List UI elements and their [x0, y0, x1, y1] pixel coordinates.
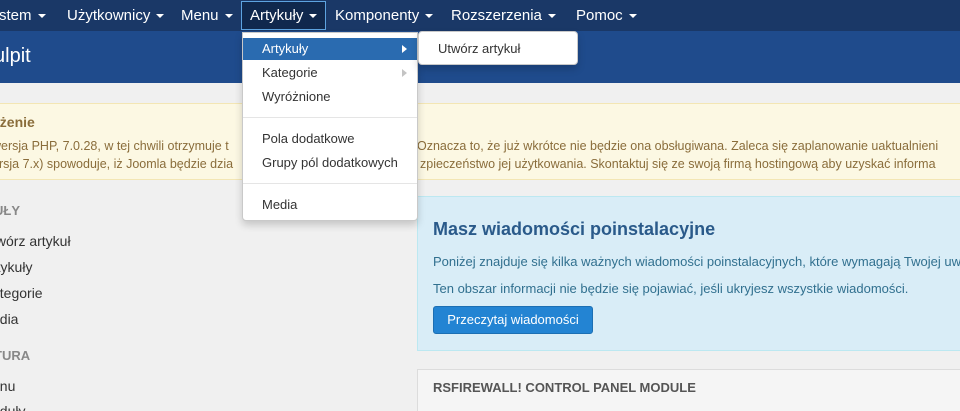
nav-item-users[interactable]: Użytkownicy	[67, 0, 165, 31]
sidebar-link-menu[interactable]: enu	[0, 378, 15, 394]
dropdown-item-label: Artykuły	[262, 41, 309, 56]
nav-label: stem	[0, 7, 32, 24]
caret-down-icon	[224, 14, 233, 19]
submenu-item-new-article[interactable]: Utwórz artykuł	[438, 41, 520, 56]
top-navbar: stem Użytkownicy Menu Artykuły Komponent…	[0, 0, 960, 31]
nav-item-components[interactable]: Komponenty	[335, 0, 434, 31]
chevron-right-icon	[402, 69, 407, 77]
module-title: RSFIREWALL! CONTROL PANEL MODULE	[433, 380, 696, 395]
dropdown-item-featured[interactable]: Wyróżnione	[243, 86, 417, 108]
sidebar-link-categories[interactable]: ategorie	[0, 285, 43, 301]
dropdown-divider	[243, 183, 417, 184]
dropdown-divider	[243, 117, 417, 118]
postinstall-title: Masz wiadomości poinstalacyjne	[433, 219, 716, 239]
alert-text-line-1: wersja PHP, 7.0.28, w tej chwili otrzymu…	[0, 139, 229, 153]
caret-down-icon	[156, 14, 165, 19]
caret-down-icon	[425, 14, 434, 19]
postinstall-text: Poniżej znajduje się kilka ważnych wiado…	[433, 254, 960, 269]
postinstall-messages-panel: Masz wiadomości poinstalacyjne Poniżej z…	[417, 196, 960, 351]
content-dropdown-menu: Artykuły Kategorie Wyróżnione Pola dodat…	[242, 32, 418, 221]
dropdown-item-label: Media	[262, 197, 298, 212]
nav-label: Artykuły	[250, 7, 304, 24]
alert-heading: eżenie	[0, 114, 35, 130]
dropdown-item-label: Grupy pól dodatkowych	[262, 155, 398, 170]
nav-item-system[interactable]: stem	[0, 0, 46, 31]
dropdown-item-fields[interactable]: Pola dodatkowe	[243, 128, 417, 150]
sidebar-heading-content: UŁY	[0, 203, 20, 218]
alert-text-line-1-right: Oznacza to, że już wkrótce nie będzie on…	[417, 139, 939, 153]
nav-label: Komponenty	[335, 7, 420, 24]
nav-label: Pomoc	[576, 7, 623, 24]
rsfirewall-module-panel: RSFIREWALL! CONTROL PANEL MODULE	[417, 369, 960, 411]
dropdown-item-categories[interactable]: Kategorie	[243, 62, 417, 84]
dropdown-item-media[interactable]: Media	[243, 194, 417, 216]
dropdown-item-articles[interactable]: Artykuły	[243, 38, 417, 60]
nav-label: Menu	[181, 7, 219, 24]
nav-item-extensions[interactable]: Rozszerzenia	[451, 0, 556, 31]
alert-text-line-2-right: zpieczeństwo jej użytkowania. Skontaktuj…	[420, 157, 936, 171]
nav-label: Rozszerzenia	[451, 7, 542, 24]
alert-text-line-2: ersja 7.x) spowoduje, iż Joomla będzie d…	[0, 157, 234, 171]
nav-label: Użytkownicy	[67, 7, 151, 24]
dropdown-item-label: Pola dodatkowe	[262, 131, 355, 146]
dropdown-item-label: Kategorie	[262, 65, 318, 80]
nav-item-menu[interactable]: Menu	[181, 0, 233, 31]
sidebar-link-articles[interactable]: rtykuły	[0, 259, 32, 275]
postinstall-hint: Ten obszar informacji nie będzie się poj…	[433, 281, 909, 296]
sidebar-link-modules[interactable]: oduły	[0, 403, 25, 411]
sidebar-link-new-article[interactable]: twórz artykuł	[0, 233, 71, 249]
page-title: ulpit	[0, 45, 31, 67]
nav-item-help[interactable]: Pomoc	[576, 0, 637, 31]
dropdown-item-field-groups[interactable]: Grupy pól dodatkowych	[243, 152, 417, 174]
dropdown-item-label: Wyróżnione	[262, 89, 331, 104]
articles-submenu: Utwórz artykuł	[418, 31, 578, 65]
php-warning-alert: eżenie wersja PHP, 7.0.28, w tej chwili …	[0, 103, 960, 180]
caret-down-icon	[309, 14, 318, 19]
caret-down-icon	[37, 14, 46, 19]
sidebar-link-media[interactable]: edia	[0, 311, 18, 327]
read-messages-button[interactable]: Przeczytaj wiadomości	[433, 306, 593, 334]
chevron-right-icon	[402, 45, 407, 53]
nav-item-content[interactable]: Artykuły	[241, 1, 327, 30]
sidebar-heading-structure: TURA	[0, 348, 31, 363]
caret-down-icon	[547, 14, 556, 19]
caret-down-icon	[628, 14, 637, 19]
